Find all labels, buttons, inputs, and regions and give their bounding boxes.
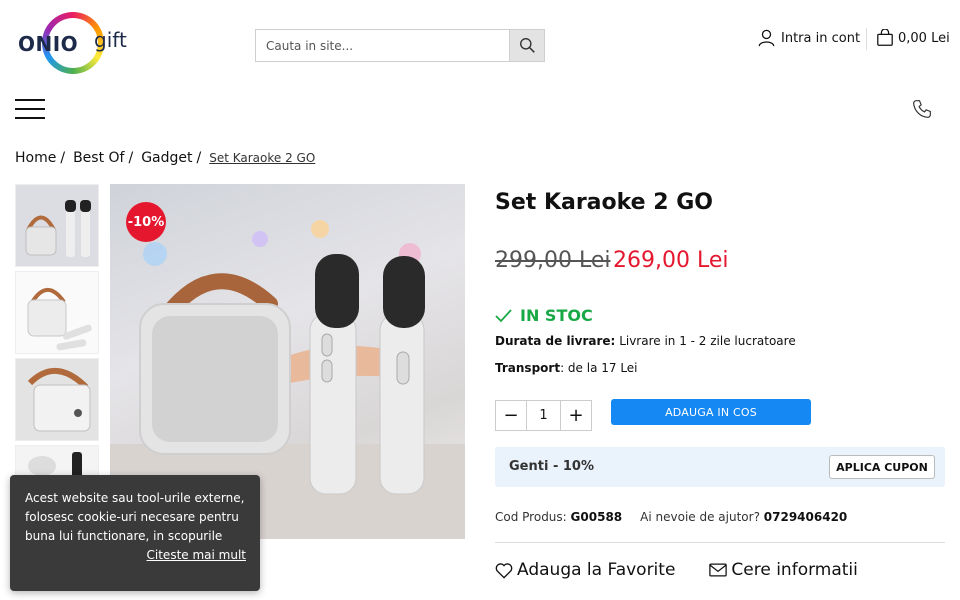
request-info-button[interactable]: Cere informatii bbox=[709, 560, 858, 580]
stock-label: IN STOC bbox=[520, 306, 593, 325]
cart-total: 0,00 Lei bbox=[898, 30, 950, 46]
coupon-text: Genti - 10% bbox=[509, 459, 594, 474]
breadcrumb: Home / Best Of / Gadget / Set Karaoke 2 … bbox=[15, 150, 319, 166]
quantity-increase-button[interactable]: + bbox=[561, 401, 591, 430]
request-info-label: Cere informatii bbox=[731, 560, 858, 580]
heart-icon bbox=[495, 562, 513, 579]
thumbnail-3[interactable] bbox=[15, 358, 99, 441]
check-icon bbox=[495, 308, 512, 322]
transport-label: Transport bbox=[495, 361, 561, 375]
quantity-stepper: − 1 + bbox=[495, 400, 592, 431]
cookie-read-more-link[interactable]: Citeste mai mult bbox=[25, 546, 246, 565]
product-code: Cod Produs: G00588 bbox=[495, 510, 622, 524]
add-to-cart-button[interactable]: ADAUGA IN COS bbox=[611, 399, 811, 425]
cookie-banner: Acest website sau tool-urile externe, fo… bbox=[10, 475, 260, 591]
help-phone[interactable]: 0729406420 bbox=[764, 510, 848, 524]
user-icon bbox=[758, 29, 775, 47]
product-title: Set Karaoke 2 GO bbox=[495, 190, 713, 215]
transport-info: Transport: de la 17 Lei bbox=[495, 361, 638, 375]
breadcrumb-separator: / bbox=[60, 150, 66, 166]
phone-icon[interactable] bbox=[912, 99, 932, 123]
help-label: Ai nevoie de ajutor? bbox=[640, 510, 760, 524]
cookie-text: Acest website sau tool-urile externe, fo… bbox=[25, 491, 245, 543]
breadcrumb-home[interactable]: Home bbox=[15, 150, 56, 166]
breadcrumb-gadget[interactable]: Gadget bbox=[141, 150, 192, 166]
stock-status: IN STOC bbox=[495, 306, 593, 325]
product-actions: Adauga la Favorite Cere informatii bbox=[495, 560, 858, 580]
search-icon bbox=[519, 38, 535, 53]
envelope-icon bbox=[709, 563, 728, 577]
add-to-favorites-button[interactable]: Adauga la Favorite bbox=[495, 560, 675, 580]
account-link[interactable]: Intra in cont bbox=[758, 29, 860, 47]
thumbnail-1[interactable] bbox=[15, 184, 99, 267]
bag-icon bbox=[877, 29, 893, 46]
discount-badge: -10% bbox=[126, 202, 166, 242]
delivery-label: Durata de livrare: bbox=[495, 334, 616, 348]
logo-text-onio: ONIO bbox=[18, 32, 79, 56]
search-bar bbox=[255, 29, 545, 62]
cart-link[interactable]: 0,00 Lei bbox=[876, 29, 950, 47]
thumbnail-2[interactable] bbox=[15, 271, 99, 354]
site-header: ONIO gift Intra in cont 0,00 Lei bbox=[0, 0, 960, 119]
breadcrumb-separator: / bbox=[196, 150, 202, 166]
current-price: 269,00 Lei bbox=[613, 248, 729, 273]
divider bbox=[495, 542, 945, 543]
transport-value: : de la 17 Lei bbox=[560, 361, 638, 375]
search-button[interactable] bbox=[509, 30, 544, 61]
quantity-decrease-button[interactable]: − bbox=[496, 401, 526, 430]
delivery-info: Durata de livrare: Livrare in 1 - 2 zile… bbox=[495, 334, 796, 348]
product-code-label: Cod Produs: bbox=[495, 510, 567, 524]
help-line: Ai nevoie de ajutor? 0729406420 bbox=[640, 510, 847, 524]
site-logo[interactable]: ONIO gift bbox=[16, 10, 136, 78]
account-label: Intra in cont bbox=[781, 30, 861, 46]
logo-text-gift: gift bbox=[94, 28, 127, 52]
apply-coupon-button[interactable]: APLICA CUPON bbox=[829, 455, 935, 479]
breadcrumb-best-of[interactable]: Best Of bbox=[73, 150, 124, 166]
product-meta: Cod Produs: G00588 Ai nevoie de ajutor? … bbox=[495, 510, 847, 524]
quantity-input[interactable]: 1 bbox=[526, 401, 561, 430]
delivery-value: Livrare in 1 - 2 zile lucratoare bbox=[619, 334, 796, 348]
breadcrumb-current[interactable]: Set Karaoke 2 GO bbox=[209, 151, 315, 165]
search-input[interactable] bbox=[256, 30, 509, 61]
menu-icon[interactable] bbox=[15, 99, 45, 119]
old-price: 299,00 Lei bbox=[495, 248, 611, 273]
breadcrumb-separator: / bbox=[128, 150, 134, 166]
coupon-box: Genti - 10% APLICA CUPON bbox=[495, 447, 945, 487]
product-code-value: G00588 bbox=[570, 510, 623, 524]
header-divider bbox=[866, 28, 867, 50]
favorites-label: Adauga la Favorite bbox=[517, 560, 676, 580]
